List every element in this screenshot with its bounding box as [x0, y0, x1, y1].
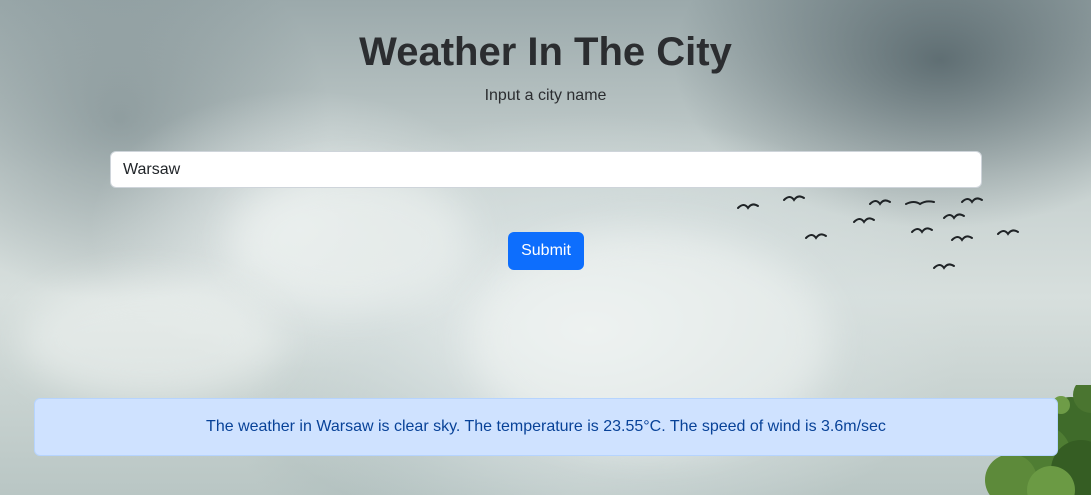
page-subtitle: Input a city name	[484, 87, 607, 104]
cloud-shape	[230, 170, 470, 310]
city-input[interactable]	[110, 151, 982, 188]
birds-icon	[737, 195, 1019, 270]
cloud-shape	[20, 280, 280, 400]
weather-result-alert: The weather in Warsaw is clear sky. The …	[34, 398, 1058, 456]
page-title: Weather In The City	[359, 30, 732, 74]
submit-button[interactable]: Submit	[508, 232, 584, 270]
weather-result-text: The weather in Warsaw is clear sky. The …	[206, 418, 886, 435]
